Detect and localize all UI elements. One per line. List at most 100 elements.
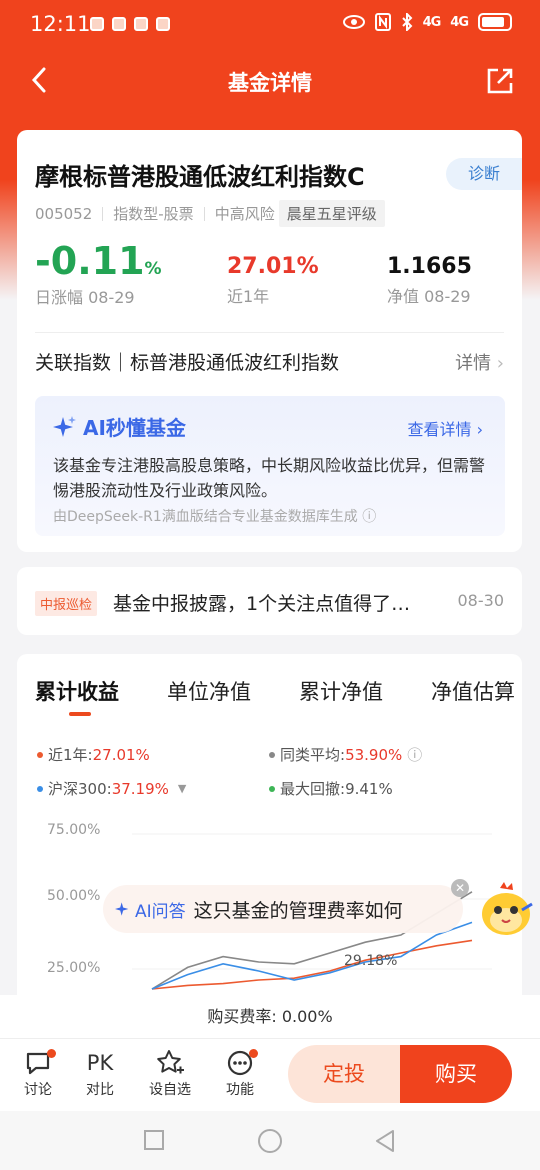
add-watchlist-button[interactable]: 设自选 xyxy=(145,1047,195,1099)
ai-summary-box: AI秒懂基金 查看详情 › 该基金专注港股高股息策略，中长期风险收益比优异，但需… xyxy=(35,396,505,536)
nav-label: 净值 08-29 xyxy=(387,287,471,306)
ai-foot-text: 由DeepSeek-R1满血版结合专业基金数据库生成 xyxy=(53,509,358,525)
auto-invest-button[interactable]: 定投 xyxy=(288,1045,400,1103)
chat-bubble-icon xyxy=(13,1047,63,1079)
watch-label: 设自选 xyxy=(149,1082,191,1098)
divider xyxy=(35,332,504,333)
system-navigation-bar xyxy=(0,1111,540,1170)
legend-dot xyxy=(37,751,43,758)
fund-summary-card: 摩根标普港股通低波红利指数C 诊断 005052 指数型-股票 中高风险 晨星五… xyxy=(17,130,522,552)
day-change-number: -0.11 xyxy=(35,239,145,283)
ai-more-link[interactable]: 查看详情 › xyxy=(408,416,484,440)
notification-icon xyxy=(134,17,148,31)
status-time: 12:11 xyxy=(30,12,91,36)
legend-value: 27.01% xyxy=(92,745,150,764)
ai-footnote: 由DeepSeek-R1满血版结合专业基金数据库生成 ⓘ xyxy=(53,506,376,526)
sparkle-icon xyxy=(53,415,76,437)
fund-name: 摩根标普港股通低波红利指数C xyxy=(35,163,365,191)
y-tick-label: 25.00% xyxy=(47,960,101,976)
ai-ask-tag-text: AI问答 xyxy=(135,901,186,922)
ai-ask-bubble[interactable]: AI问答 这只基金的管理费率如何 ✕ xyxy=(103,879,469,933)
associated-index-more[interactable]: 详情 › xyxy=(455,349,504,375)
legend-label: 沪深300: xyxy=(48,780,112,798)
legend-fund: 近1年: 27.01% xyxy=(37,744,150,765)
legend-label: 近1年: xyxy=(48,746,93,764)
more-dots-icon xyxy=(215,1047,265,1079)
diagnose-button[interactable]: 诊断 xyxy=(446,158,522,190)
legend-hs300[interactable]: 沪深300: 37.19% ▼ xyxy=(37,778,186,799)
tab-unit-nav[interactable]: 单位净值 xyxy=(167,676,251,706)
fund-type: 指数型-股票 xyxy=(113,205,194,223)
buy-button[interactable]: 购买 xyxy=(400,1045,512,1103)
legend-peer: 同类平均: 53.90% ⓘ xyxy=(269,744,422,765)
discuss-button[interactable]: 讨论 xyxy=(13,1047,63,1099)
share-icon[interactable] xyxy=(486,67,514,95)
ai-more-label: 查看详情 xyxy=(407,420,472,439)
discuss-label: 讨论 xyxy=(24,1082,52,1098)
ai-title-text: AI秒懂基金 xyxy=(83,416,186,440)
fund-rating[interactable]: 晨星五星评级 xyxy=(278,200,385,227)
back-triangle-icon[interactable] xyxy=(373,1128,397,1154)
status-right: 4G 4G xyxy=(342,13,512,31)
notification-icon xyxy=(112,17,126,31)
star-plus-icon xyxy=(145,1047,195,1079)
tag-divider xyxy=(102,206,104,221)
signal-icon: 4G xyxy=(422,14,442,30)
y-tick-label: 75.00% xyxy=(47,822,101,838)
dropdown-caret-icon[interactable]: ▼ xyxy=(178,782,186,795)
assoc-more-label: 详情 xyxy=(455,353,492,374)
day-change-unit: % xyxy=(144,259,162,279)
report-row[interactable]: 中报巡检 基金中报披露，1个关注点值得了… 08-30 xyxy=(17,567,522,635)
info-icon[interactable]: ⓘ xyxy=(407,744,422,765)
functions-button[interactable]: 功能 xyxy=(215,1047,265,1099)
performance-chart-card: 累计收益 单位净值 累计净值 净值估算 近1年: 27.01% 同类平均: 53.9… xyxy=(17,654,522,1054)
legend-drawdown: 最大回撤: 9.41% xyxy=(269,778,393,799)
close-icon[interactable]: ✕ xyxy=(451,879,469,897)
fund-code: 005052 xyxy=(35,204,93,223)
legend-label: 最大回撤: xyxy=(280,780,346,798)
year-return-label: 近1年 xyxy=(227,287,270,306)
battery-icon xyxy=(478,13,512,31)
report-text: 基金中报披露，1个关注点值得了… xyxy=(113,593,411,615)
report-date: 08-30 xyxy=(457,591,505,610)
ai-summary-text: 该基金专注港股高股息策略，中长期风险收益比优异，但需警惕港股流动性及行业政策风险… xyxy=(53,456,486,500)
bluetooth-icon xyxy=(401,13,412,31)
info-icon[interactable]: ⓘ xyxy=(362,509,376,525)
top-nav: 基金详情 xyxy=(0,55,540,110)
report-badge: 中报巡检 xyxy=(35,591,98,616)
ai-ask-tag: AI问答 xyxy=(115,897,186,922)
fund-risk: 中高风险 xyxy=(214,205,275,223)
tab-cumulative-return[interactable]: 累计收益 xyxy=(35,676,119,706)
func-label: 功能 xyxy=(226,1082,254,1098)
chevron-right-icon: › xyxy=(496,353,504,374)
y-tick-label: 50.00% xyxy=(47,888,101,904)
associated-index[interactable]: 关联指数｜标普港股通低波红利指数 xyxy=(35,348,339,375)
mascot-icon[interactable] xyxy=(478,880,534,940)
recent-apps-icon[interactable] xyxy=(143,1129,165,1151)
tab-cumulative-nav[interactable]: 累计净值 xyxy=(299,676,383,706)
legend-label: 同类平均: xyxy=(280,746,346,764)
badge-dot xyxy=(249,1049,258,1058)
nav-metric: 1.1665 净值 08-29 xyxy=(387,254,472,307)
chart-tabs: 累计收益 单位净值 累计净值 净值估算 xyxy=(35,676,515,706)
day-change-label: 日涨幅 08-29 xyxy=(35,288,135,307)
fund-tags: 005052 指数型-股票 中高风险 晨星五星评级 xyxy=(35,200,385,227)
legend-dot xyxy=(269,751,275,758)
year-return-metric: 27.01% 近1年 xyxy=(227,254,319,307)
year-return-value: 27.01% xyxy=(227,254,319,279)
notification-icons xyxy=(90,17,170,31)
nfc-icon xyxy=(374,13,391,31)
chart-annotation: 29.18% xyxy=(344,953,397,969)
page-title: 基金详情 xyxy=(228,71,312,95)
compare-button[interactable]: PK 对比 xyxy=(75,1047,125,1099)
status-bar: 12:11 4G 4G xyxy=(0,0,540,50)
purchase-fee: 购买费率: 0.00% xyxy=(0,995,540,1039)
day-change-value: -0.11% xyxy=(35,242,162,280)
nav-value: 1.1665 xyxy=(387,254,472,279)
pk-icon: PK xyxy=(86,1051,114,1075)
legend-value: 37.19% xyxy=(111,779,169,798)
signal-icon: 4G xyxy=(450,14,469,30)
eye-icon xyxy=(342,15,365,29)
tab-nav-estimate[interactable]: 净值估算 xyxy=(431,676,515,706)
home-icon[interactable] xyxy=(257,1128,283,1154)
